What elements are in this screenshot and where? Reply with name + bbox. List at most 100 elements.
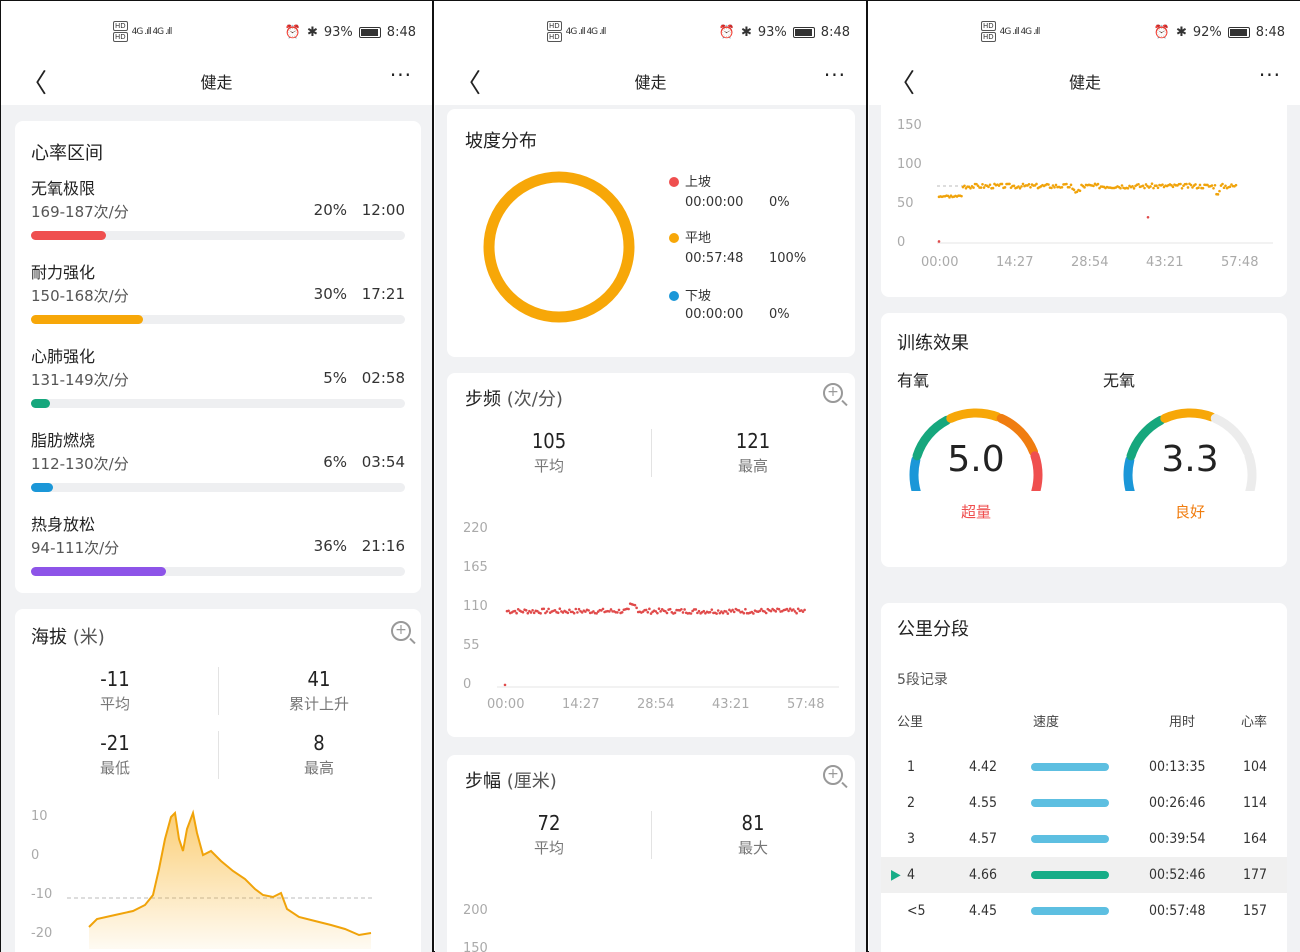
hr-point bbox=[1149, 185, 1152, 188]
cadence-point bbox=[558, 607, 562, 611]
more-icon[interactable]: ··· bbox=[390, 63, 412, 87]
km-row[interactable]: 3 4.57 00:39:54 164 bbox=[881, 821, 1287, 857]
battery-icon bbox=[1227, 27, 1250, 38]
stride-title-text: 步幅 bbox=[465, 771, 501, 792]
hr-point bbox=[1179, 182, 1182, 186]
hr-point bbox=[1053, 186, 1056, 189]
battery-percent: 93% bbox=[323, 25, 353, 40]
alarm-icon: ⏰ bbox=[1153, 25, 1170, 40]
km-cell: 1 bbox=[907, 759, 916, 775]
hr-zone-row: 无氧极限 169-187次/分 20% 12:00 bbox=[31, 175, 405, 245]
aerobic-value: 5.0 bbox=[947, 439, 1005, 480]
km-row[interactable]: <5 4.45 00:57:48 157 bbox=[881, 893, 1287, 929]
stat-avg: 105 平均 bbox=[489, 429, 609, 476]
km-splits-card: 公里分段 5段记录 公里 速度 用时 心率 1 4.42 00:13:35 104 2 4… bbox=[881, 603, 1287, 952]
cadence-point bbox=[556, 611, 560, 615]
hr-point bbox=[1083, 186, 1086, 189]
cadence-point bbox=[524, 609, 528, 612]
cadence-point bbox=[601, 607, 605, 611]
hr-zone-row: 心肺强化 131-149次/分 5% 02:58 bbox=[31, 343, 405, 413]
hr-point bbox=[1072, 188, 1076, 192]
hr-point bbox=[1228, 185, 1232, 188]
altitude-title: 海拔 (米) bbox=[31, 623, 105, 649]
hr-zone-title: 心率区间 bbox=[31, 143, 103, 164]
stride-card: 步幅 (厘米) + 72 平均 81 最大 200 150 bbox=[447, 755, 855, 952]
more-icon[interactable]: ··· bbox=[1259, 63, 1281, 87]
zoom-in-icon[interactable]: + bbox=[823, 765, 843, 785]
cadence-point bbox=[568, 608, 571, 612]
km-row[interactable]: ▶ 4 4.66 00:52:46 177 bbox=[881, 857, 1287, 893]
zone-name: 无氧极限 bbox=[31, 179, 96, 198]
hr-point bbox=[1186, 186, 1190, 189]
hr-point bbox=[991, 186, 995, 190]
hr-point bbox=[1197, 186, 1200, 190]
page-title: 健走 bbox=[634, 73, 667, 92]
hr-point bbox=[1126, 186, 1130, 190]
aerobic-status: 超量 bbox=[960, 503, 991, 521]
time-cell: 00:57:48 bbox=[1149, 903, 1206, 919]
hr-point bbox=[1120, 184, 1124, 187]
legend-label: 上坡 bbox=[685, 175, 712, 190]
more-icon[interactable]: ··· bbox=[824, 63, 846, 87]
cadence-point bbox=[715, 612, 718, 615]
km-title: 公里分段 bbox=[897, 619, 969, 640]
cadence-point bbox=[627, 607, 630, 611]
up-dot bbox=[669, 177, 679, 187]
hr-point bbox=[1218, 189, 1221, 193]
cadence-point bbox=[702, 609, 706, 613]
cadence-point bbox=[764, 611, 768, 615]
cadence-card: 步频 (次/分) + 105 平均 121 最高 220 165 110 55 … bbox=[447, 373, 855, 737]
hr-point bbox=[1201, 186, 1205, 190]
screens: HD HD 4G .ıll 4G .ıll ⏰ ✱ 93% 8:48 〈 健走 … bbox=[0, 0, 1300, 952]
y-tick: 150 bbox=[897, 118, 922, 133]
cadence-point bbox=[507, 609, 510, 613]
cadence-point bbox=[644, 608, 648, 612]
cadence-point bbox=[697, 609, 701, 613]
hr-point bbox=[1027, 182, 1031, 186]
training-title: 训练效果 bbox=[897, 333, 969, 354]
zoom-in-icon[interactable]: + bbox=[391, 621, 411, 641]
cadence-point bbox=[774, 610, 778, 613]
cadence-point bbox=[689, 612, 693, 615]
stat-value: 121 bbox=[735, 429, 771, 453]
km-row[interactable]: 2 4.55 00:26:46 114 bbox=[881, 785, 1287, 821]
zone-time: 03:54 bbox=[361, 453, 405, 471]
hr-point bbox=[979, 186, 983, 189]
hr-point bbox=[1078, 189, 1082, 193]
km-cell: 3 bbox=[907, 831, 916, 847]
cadence-point bbox=[513, 609, 517, 613]
signal-group: HD HD 4G .ıll 4G .ıll bbox=[981, 21, 1040, 42]
hr-point bbox=[1068, 185, 1071, 189]
legend-up-time: 00:00:00 bbox=[685, 195, 744, 210]
hr-zone-row: 热身放松 94-111次/分 36% 21:16 bbox=[31, 511, 405, 581]
stat-label: 最高 bbox=[737, 457, 768, 475]
hd-badge: HD bbox=[547, 21, 562, 31]
hr-zone-row: 耐力强化 150-168次/分 30% 17:21 bbox=[31, 259, 405, 329]
legend-flat-pct: 100% bbox=[769, 251, 807, 266]
page-title: 健走 bbox=[200, 73, 233, 92]
bluetooth-icon: ✱ bbox=[306, 25, 318, 40]
speed-bar bbox=[1031, 907, 1109, 915]
cadence-point bbox=[708, 610, 712, 614]
page-title: 健走 bbox=[1068, 73, 1101, 92]
zone-percent: 20% bbox=[313, 201, 347, 219]
cadence-point bbox=[620, 610, 624, 614]
aerobic-label: 有氧 bbox=[897, 371, 930, 390]
speed-cell: 4.45 bbox=[969, 903, 998, 919]
cadence-point bbox=[646, 610, 650, 614]
hr-point bbox=[1096, 182, 1100, 186]
hd-badge: HD bbox=[981, 32, 996, 42]
zone-percent: 5% bbox=[323, 369, 347, 387]
legend-down-time: 00:00:00 bbox=[685, 307, 744, 322]
zone-time: 02:58 bbox=[361, 369, 405, 387]
anaerobic-label: 无氧 bbox=[1103, 371, 1136, 390]
hr-point bbox=[963, 184, 966, 188]
cadence-point bbox=[542, 607, 546, 611]
zoom-in-icon[interactable]: + bbox=[823, 383, 843, 403]
cadence-point bbox=[521, 610, 525, 614]
hr-point bbox=[1060, 185, 1064, 189]
km-row[interactable]: 1 4.42 00:13:35 104 bbox=[881, 749, 1287, 785]
zone-bar-fill bbox=[31, 399, 50, 408]
status-bar: HD HD 4G .ıll 4G .ıll ⏰ ✱ 92% 8:48 bbox=[869, 1, 1300, 57]
y-tick: 200 bbox=[463, 903, 488, 918]
